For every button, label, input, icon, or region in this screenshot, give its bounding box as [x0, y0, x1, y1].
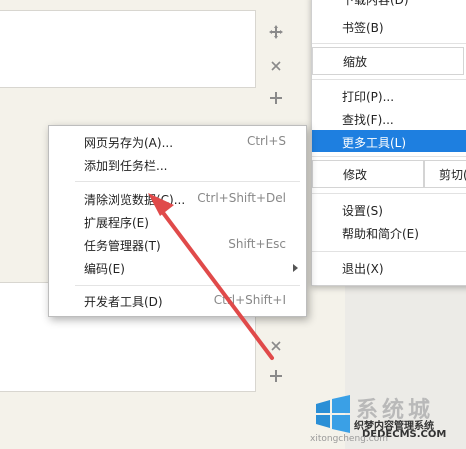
watermark-site-url: xitongcheng.com — [310, 434, 388, 444]
annotation-arrow-icon — [148, 193, 274, 360]
windows-logo-icon — [316, 395, 350, 433]
watermark-logo: 系统城 织梦内容管理系统 DEDECMS.COM xitongcheng.com — [306, 392, 466, 449]
